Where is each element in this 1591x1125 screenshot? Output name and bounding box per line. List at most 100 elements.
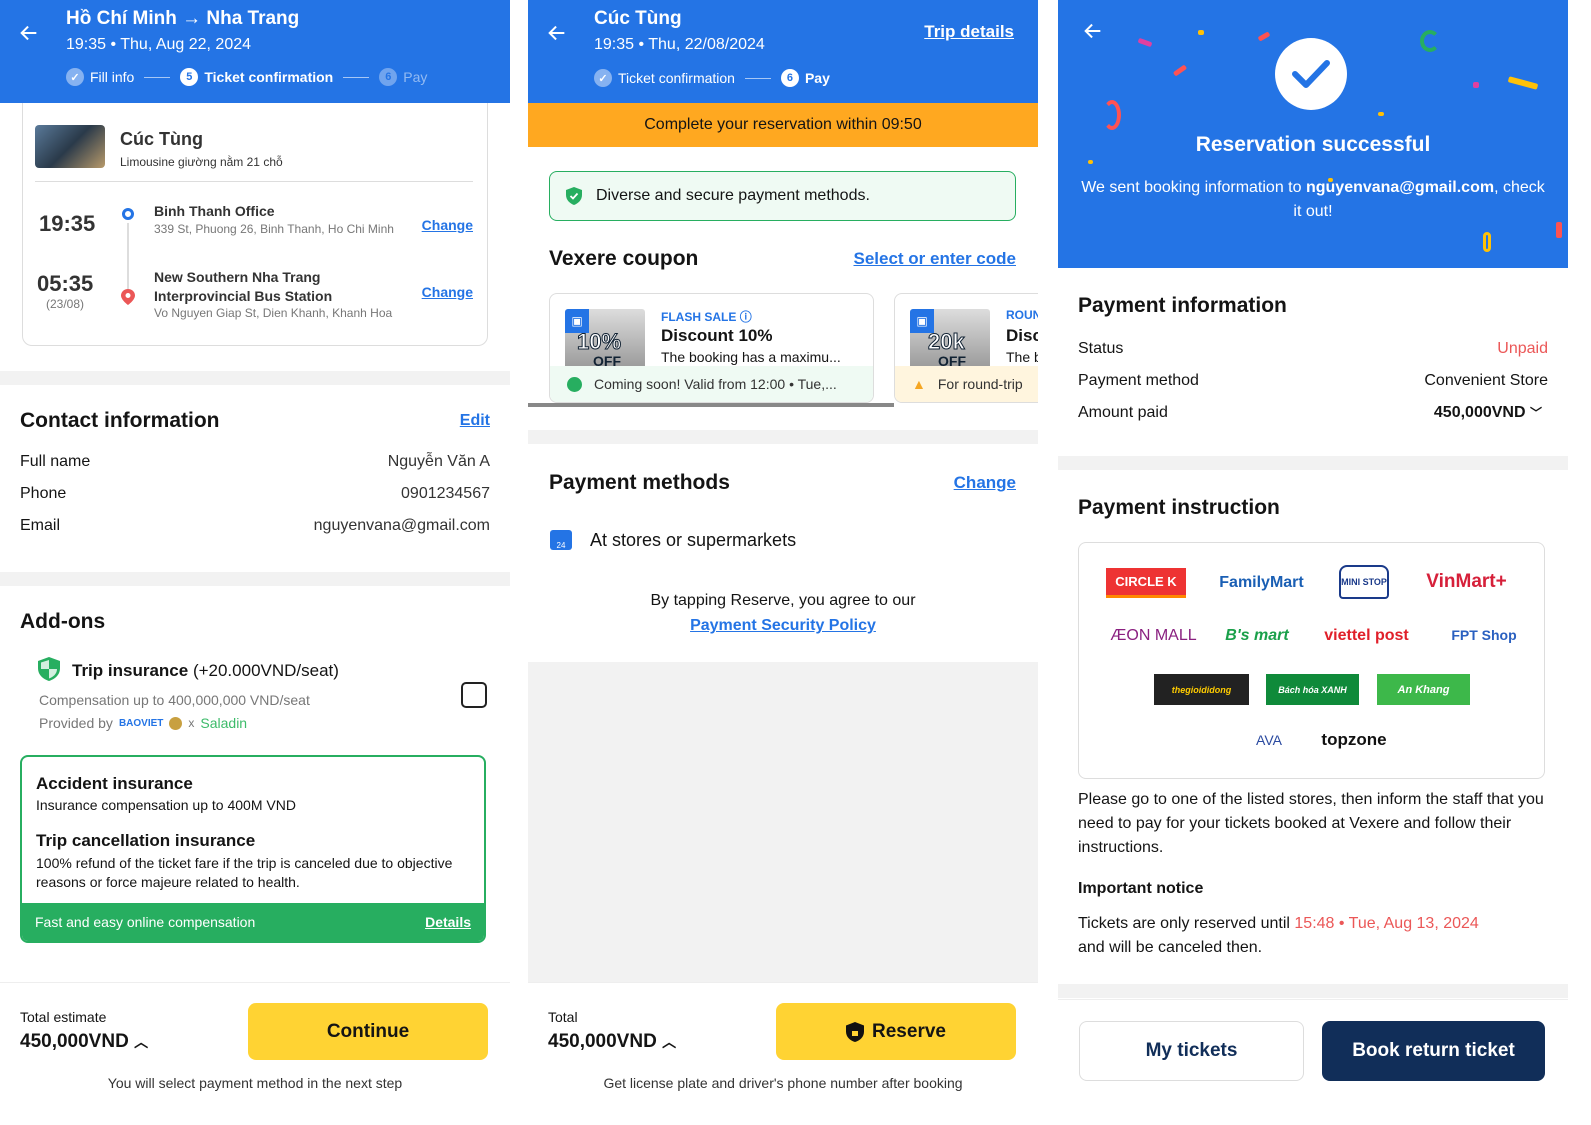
dropoff-address: Vo Nguyen Giap St, Dien Khanh, Khanh Hoa [154, 306, 393, 320]
pickup-dot-icon [122, 208, 134, 220]
coupon-card[interactable]: ▣ 10% OFF FLASH SALE ⓘ Discount 10% The … [549, 293, 874, 403]
header: Hồ Chí Minh → Nha Trang 19:35 • Thu, Aug… [0, 0, 510, 103]
reserve-button[interactable]: Reserve [776, 1003, 1016, 1060]
reservation-deadline: 15:48 • Tue, Aug 13, 2024 [1294, 915, 1479, 932]
bus-thumbnail [35, 125, 105, 168]
payment-info-row: Status Unpaid [1078, 340, 1548, 357]
screen-reservation-success: Reservation successful We sent booking i… [1058, 0, 1568, 1125]
store-24-icon: 24 [550, 530, 572, 550]
change-dropoff-link[interactable]: Change [422, 284, 473, 300]
section-title: Contact information [20, 409, 220, 432]
saladin-logo: Saladin [200, 715, 248, 731]
header: Cúc Tùng 19:35 • Thu, 22/08/2024 Trip de… [528, 0, 1038, 103]
check-icon: ✓ [66, 68, 84, 86]
secure-notice: Diverse and secure payment methods. [549, 171, 1016, 221]
contact-section: Contact information Edit Full name Nguyễn … [0, 385, 510, 572]
trip-details-link[interactable]: Trip details [924, 22, 1014, 42]
success-check-icon [1275, 38, 1347, 110]
store-logo-ministop: MINI STOP [1339, 565, 1389, 599]
dropoff-time: 05:35 [37, 271, 94, 296]
store-logo-thegioididong: thegioididong [1154, 674, 1249, 705]
compensation-banner: Fast and easy online compensation Detail… [22, 903, 484, 941]
payment-method: At stores or supermarkets [590, 530, 797, 550]
store-logo-ava: AVA [1256, 732, 1282, 748]
chevron-down-icon: ﹀ [1529, 406, 1542, 420]
contact-row: Email nguyenvana@gmail.com [20, 517, 490, 534]
step-pay: 6 Pay [379, 68, 427, 86]
store-logo-an-khang: An Khang [1377, 674, 1470, 705]
route-title: Hồ Chí Minh → Nha Trang [66, 8, 300, 29]
trip-card: Cúc Tùng Limousine giường nằm 21 chỗ 19:… [22, 103, 488, 346]
notice-title: Important notice [1078, 880, 1204, 897]
section-title: Payment instruction [1078, 496, 1280, 519]
store-logo-vinmart: VinMart+ [1426, 571, 1507, 592]
back-arrow-icon[interactable] [546, 22, 568, 44]
shield-lock-icon [846, 1021, 865, 1042]
payment-section: Payment methods Change 24 At stores or s… [528, 444, 1038, 662]
store-logo-bach-hoa-xanh: Bách hóa XANH [1266, 674, 1359, 705]
change-payment-link[interactable]: Change [954, 473, 1016, 493]
contact-row: Phone 0901234567 [20, 485, 490, 502]
details-link[interactable]: Details [425, 914, 471, 930]
status-badge: Unpaid [1497, 340, 1548, 357]
baoviet-logo: BAOVIET [118, 717, 164, 729]
total-price-toggle[interactable]: 450,000VND ︿ [548, 1031, 676, 1053]
edit-contact-link[interactable]: Edit [460, 412, 490, 430]
progress-steps: ✓ Fill info 5 Ticket confirmation 6 Pay [66, 68, 427, 86]
continue-button[interactable]: Continue [248, 1003, 488, 1060]
store-logo-topzone: topzone [1321, 730, 1387, 749]
total-price-toggle[interactable]: 450,000VND ︿ [20, 1031, 148, 1053]
shield-icon [38, 657, 60, 681]
select-coupon-link[interactable]: Select or enter code [853, 249, 1016, 269]
trip-datetime: 19:35 • Thu, Aug 22, 2024 [66, 36, 252, 53]
dropoff-date: (23/08) [46, 297, 85, 311]
clock-icon [567, 376, 582, 392]
insurance-title: Trip insurance [72, 661, 189, 680]
payment-info-row: Payment method Convenient Store [1078, 372, 1548, 389]
section-title: Add-ons [20, 610, 106, 633]
shield-check-icon [566, 187, 582, 205]
success-header: Reservation successful We sent booking i… [1058, 0, 1568, 268]
coupon-badge: ▣ 10% OFF [565, 309, 645, 369]
book-return-button[interactable]: Book return ticket [1322, 1021, 1545, 1081]
progress-steps: ✓ Ticket confirmation 6 Pay [594, 69, 830, 87]
info-icon[interactable]: ⓘ [740, 310, 752, 324]
success-title: Reservation successful [1195, 133, 1431, 156]
change-pickup-link[interactable]: Change [422, 217, 473, 233]
notice-text: Tickets are only reserved until 15:48 • … [1078, 915, 1479, 956]
policy-link[interactable]: Payment Security Policy [528, 617, 1038, 635]
payment-instruction-section: Payment instruction CIRCLE K FamilyMart … [1058, 470, 1568, 1003]
insurance-checkbox[interactable] [461, 682, 487, 708]
compensation-text: Compensation up to 400,000,000 VND/seat [39, 692, 310, 708]
section-title: Payment information [1078, 294, 1287, 317]
store-logo-bs-mart: B's mart [1225, 627, 1289, 644]
step-pay: 6 Pay [780, 69, 830, 87]
store-logo-fpt-shop: FPT Shop [1451, 627, 1517, 643]
pickup-address: 339 St, Phuong 26, Binh Thanh, Ho Chi Mi… [154, 222, 394, 236]
back-arrow-icon[interactable] [1082, 20, 1104, 42]
back-arrow-icon[interactable] [18, 22, 40, 44]
instruction-text: Please go to one of the listed stores, t… [1078, 791, 1544, 856]
bottom-actions: My tickets Book return ticket [1058, 999, 1568, 1125]
step-ticket-confirmation: ✓ Ticket confirmation [594, 69, 735, 87]
store-logos: CIRCLE K FamilyMart MINI STOP VinMart+ Æ… [1078, 542, 1545, 779]
store-logo-circle-k: CIRCLE K [1106, 568, 1186, 598]
coupon-card[interactable]: ▣ 20k OFF ROUN Disc The b ▲ For round-tr… [894, 293, 1038, 403]
payment-info-row: Amount paid 450,000VND ﹀ [1078, 404, 1548, 422]
operator-title: Cúc Tùng [594, 8, 682, 29]
warning-icon: ▲ [912, 376, 926, 392]
screen-ticket-confirmation: Hồ Chí Minh → Nha Trang 19:35 • Thu, Aug… [0, 0, 510, 1125]
vehicle-type: Limousine giường nằm 21 chỗ [120, 155, 283, 169]
operator-name: Cúc Tùng [120, 129, 203, 149]
chevron-up-icon: ︿ [662, 1034, 677, 1050]
my-tickets-button[interactable]: My tickets [1079, 1021, 1304, 1081]
coupon-carousel[interactable]: ▣ 10% OFF FLASH SALE ⓘ Discount 10% The … [549, 293, 1038, 405]
step-ticket-confirmation: 5 Ticket confirmation [180, 68, 333, 86]
carousel-scrollbar[interactable] [528, 403, 894, 407]
pickup-name: Binh Thanh Office [154, 203, 275, 219]
section-title: Payment methods [549, 471, 730, 494]
amount-toggle[interactable]: 450,000VND ﹀ [1434, 404, 1548, 422]
section-title: Vexere coupon [549, 247, 699, 270]
contact-row: Full name Nguyễn Văn A [20, 453, 490, 470]
step-fill-info: ✓ Fill info [66, 68, 134, 86]
